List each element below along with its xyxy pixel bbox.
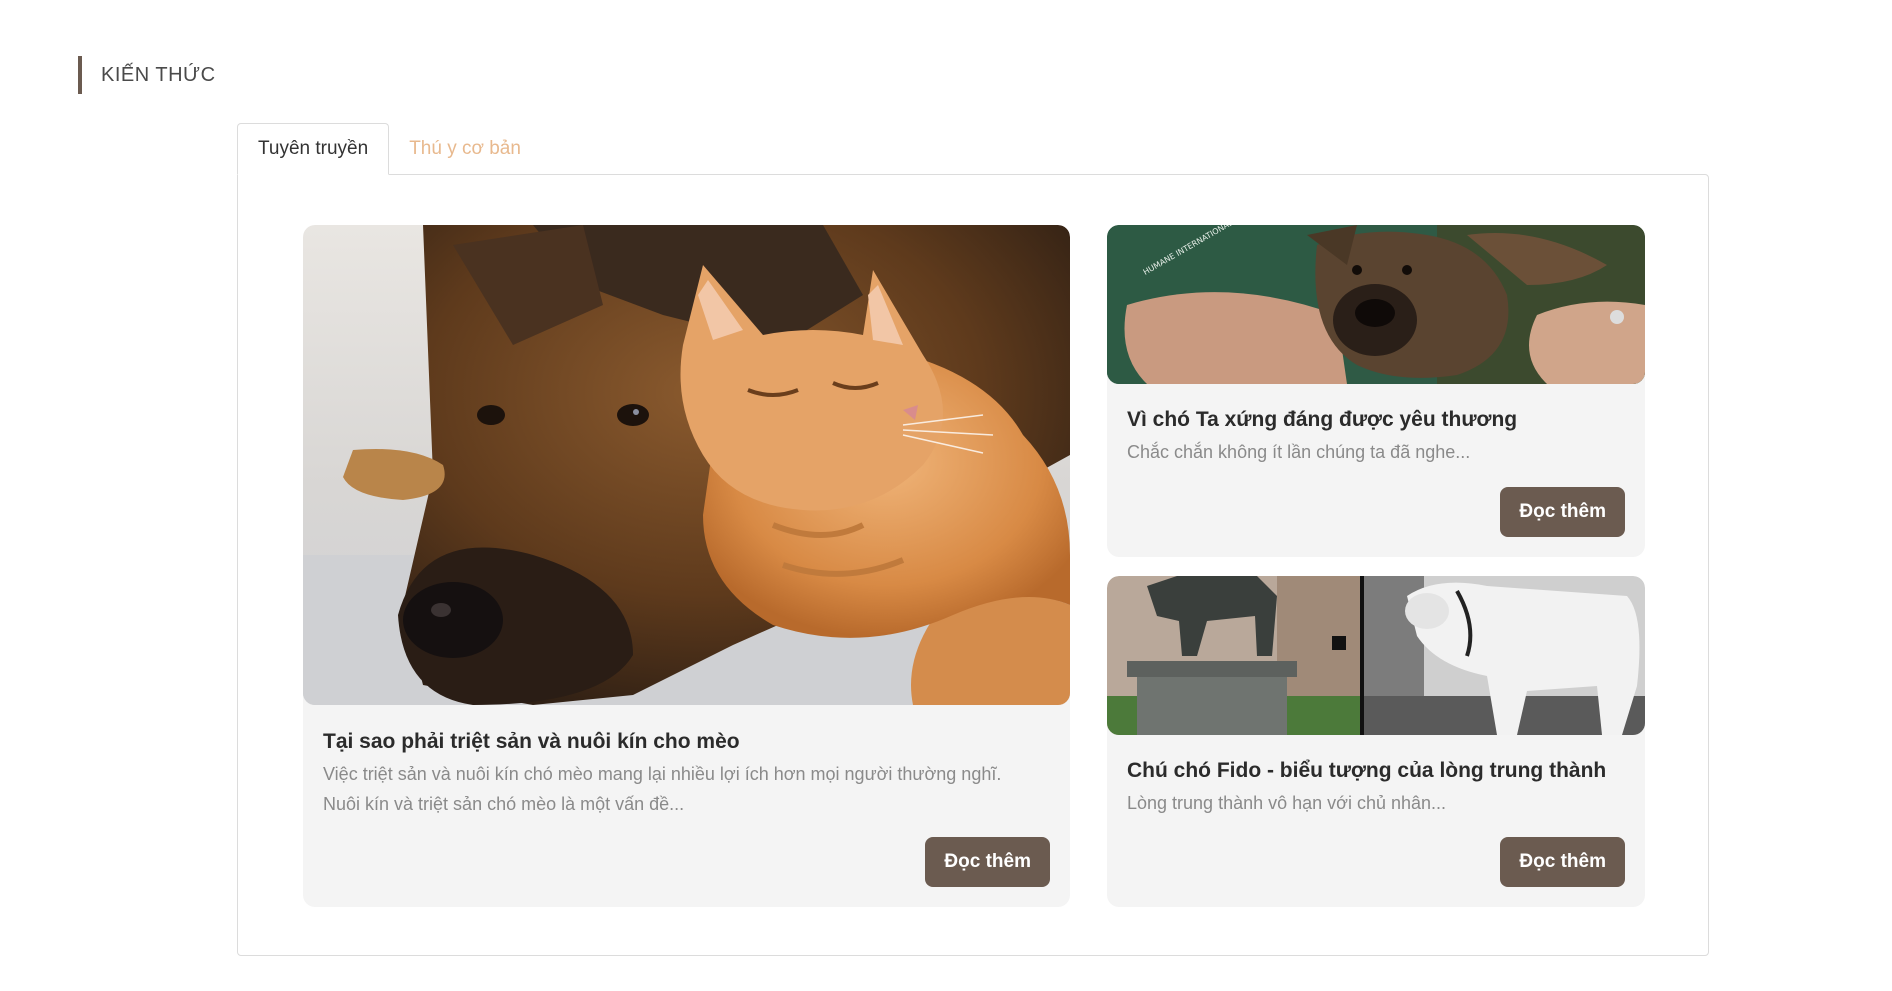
article-card-puppy[interactable]: HUMANE INTERNATIONAL Vì chó Ta xứng đáng… [1107,225,1645,557]
tab-thu-y-co-ban[interactable]: Thú y cơ bản [389,123,541,175]
article-title[interactable]: Vì chó Ta xứng đáng được yêu thương [1127,408,1517,432]
tab-tuyen-truyen[interactable]: Tuyên truyền [237,123,390,175]
fido-statue-photo[interactable] [1107,576,1645,735]
section-heading: KIẾN THỨC [78,56,216,94]
tab-bar: Tuyên truyền Thú y cơ bản [237,123,541,175]
article-title[interactable]: Tại sao phải triệt sản và nuôi kín cho m… [323,730,740,754]
read-more-button[interactable]: Đọc thêm [1500,487,1625,537]
puppy-hug-photo[interactable]: HUMANE INTERNATIONAL [1107,225,1645,384]
read-more-button[interactable]: Đọc thêm [925,837,1050,887]
article-card-fido[interactable]: Chú chó Fido - biểu tượng của lòng trung… [1107,576,1645,907]
article-excerpt: Chắc chắn không ít lần chúng ta đã nghe.… [1127,442,1471,462]
section-heading-text: KIẾN THỨC [101,63,216,86]
article-excerpt: Việc triệt sản và nuôi kín chó mèo mang … [323,764,1002,814]
article-card-main[interactable]: Tại sao phải triệt sản và nuôi kín cho m… [303,225,1070,907]
article-excerpt: Lòng trung thành vô hạn với chủ nhân... [1127,793,1447,813]
dog-and-cat-photo[interactable] [303,225,1070,705]
read-more-button[interactable]: Đọc thêm [1500,837,1625,887]
article-title[interactable]: Chú chó Fido - biểu tượng của lòng trung… [1127,759,1606,783]
